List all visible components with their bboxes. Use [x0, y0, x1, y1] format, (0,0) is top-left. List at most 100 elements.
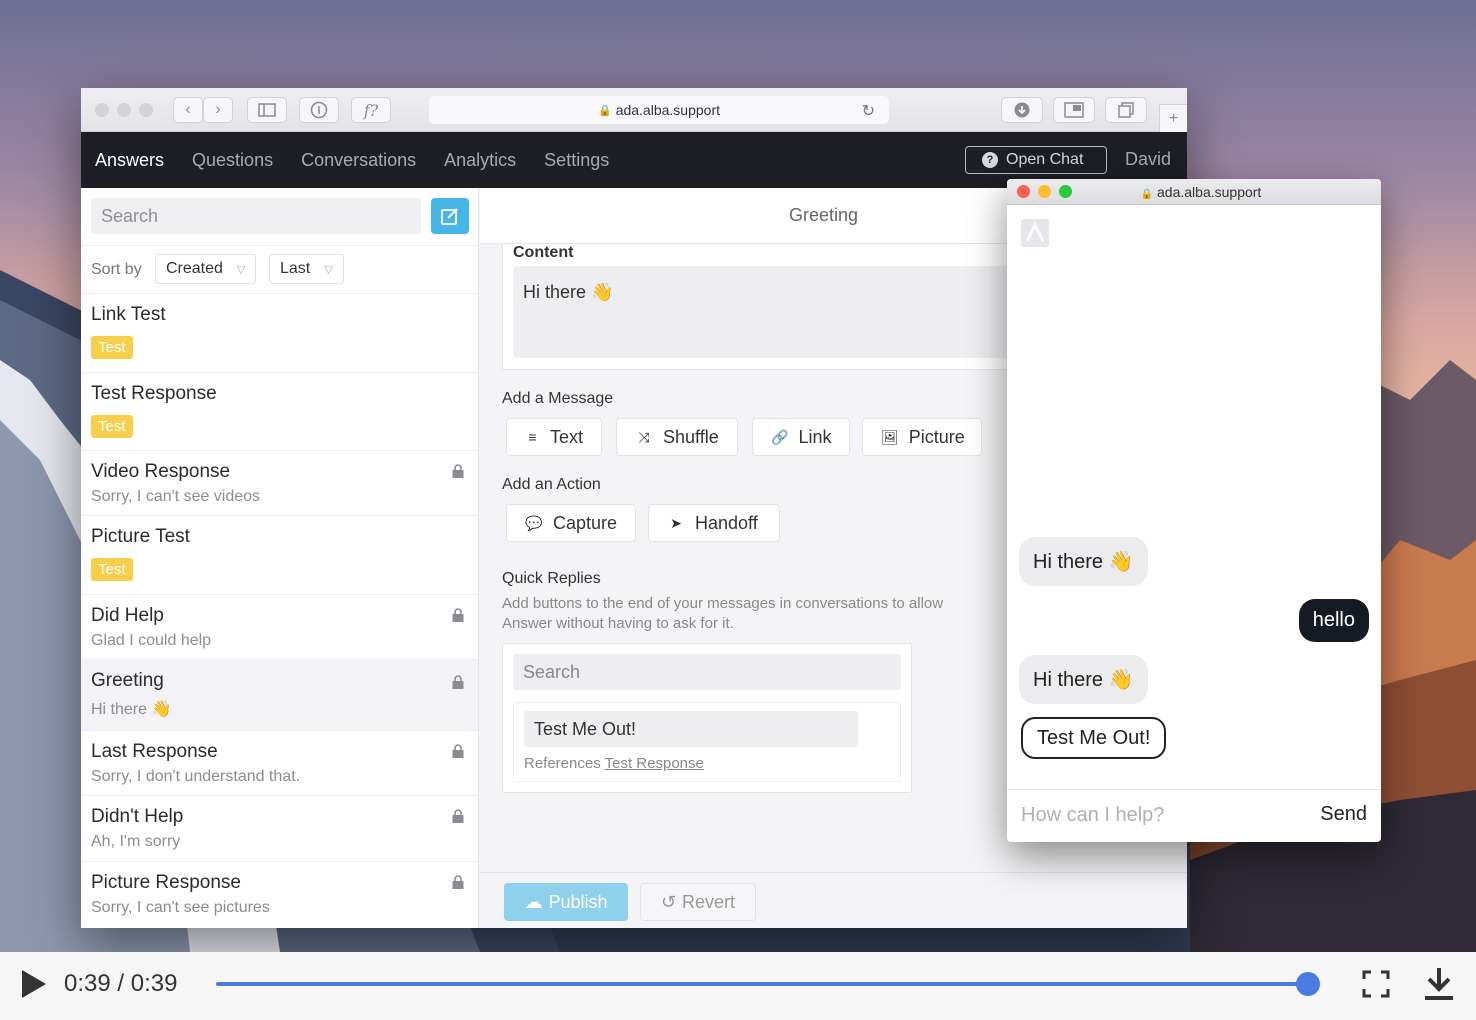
- add-action-label: Add an Action: [502, 476, 601, 493]
- list-item[interactable]: Test Response Test: [81, 373, 478, 451]
- speech-bubble-icon: 💬: [525, 514, 543, 531]
- plus-icon: +: [1168, 109, 1179, 127]
- user-menu[interactable]: David: [1125, 149, 1171, 170]
- downloads-button[interactable]: [1001, 97, 1043, 123]
- fullscreen-icon[interactable]: [1362, 970, 1390, 998]
- quick-reply-references: References Test Response: [524, 755, 704, 772]
- add-link-button[interactable]: 🔗 Link: [752, 418, 850, 456]
- list-item[interactable]: Picture Response Sorry, I can't see pict…: [81, 862, 478, 928]
- list-item-subtitle: Ah, I'm sorry: [91, 833, 181, 850]
- new-answer-button[interactable]: [431, 198, 469, 234]
- chat-input[interactable]: How can I help?: [1021, 804, 1164, 827]
- add-capture-button[interactable]: 💬 Capture: [506, 504, 636, 542]
- chat-address: 🔒 ada.alba.support: [1007, 184, 1381, 200]
- list-item-title: Didn't Help: [91, 806, 184, 827]
- address-bar[interactable]: 🔒 ada.alba.support ↻: [429, 96, 889, 124]
- list-item[interactable]: Didn't Help Ah, I'm sorry: [81, 796, 478, 862]
- picture-in-picture-button[interactable]: [1053, 97, 1095, 123]
- zoom-window-button[interactable]: [139, 103, 153, 117]
- list-item-title: Did Help: [91, 605, 164, 626]
- chevron-down-icon: ▽: [236, 263, 246, 276]
- button-label: Handoff: [695, 512, 758, 533]
- progress-track[interactable]: [216, 982, 1310, 986]
- list-item[interactable]: Video Response Sorry, I can't see videos: [81, 451, 478, 516]
- browser-titlebar: ‹ › f? 🔒 ada.alba.support ↻ +: [81, 88, 1187, 132]
- revert-label: Revert: [682, 891, 736, 912]
- nav-conversations[interactable]: Conversations: [301, 150, 416, 171]
- list-item[interactable]: Did Help Glad I could help: [81, 595, 478, 660]
- list-item-title: Picture Test: [91, 526, 190, 547]
- list-item-subtitle: Sorry, I don't understand that.: [91, 768, 301, 785]
- list-item-subtitle: Sorry, I can't see videos: [91, 488, 261, 505]
- quick-reply-button[interactable]: Test Me Out!: [1021, 717, 1167, 759]
- tabs-button[interactable]: [1105, 97, 1147, 123]
- add-shuffle-button[interactable]: ⤨ Shuffle: [616, 418, 738, 456]
- cloud-icon: ☁: [524, 891, 543, 912]
- references-link[interactable]: Test Response: [605, 755, 704, 772]
- list-item[interactable]: Picture Test Test: [81, 516, 478, 595]
- chevron-down-icon: ▽: [324, 263, 333, 276]
- references-label: References: [524, 755, 601, 772]
- minimize-window-button[interactable]: [117, 103, 131, 117]
- list-item[interactable]: Last Response Sorry, I don't understand …: [81, 731, 478, 796]
- new-tab-button[interactable]: +: [1159, 104, 1187, 132]
- add-handoff-button[interactable]: ➤ Handoff: [648, 504, 780, 542]
- chat-titlebar: 🔒 ada.alba.support: [1007, 179, 1381, 205]
- nav-questions[interactable]: Questions: [192, 150, 273, 171]
- progress-thumb[interactable]: [1296, 972, 1320, 996]
- status-badge: Test: [91, 558, 133, 581]
- edit-icon: [441, 208, 458, 225]
- list-item-title: Picture Response: [91, 872, 241, 893]
- list-item-selected[interactable]: Greeting Hi there 👋: [81, 660, 478, 731]
- tabs-overview-icon: [1118, 102, 1134, 118]
- list-item-title: Greeting: [91, 670, 164, 691]
- chevron-left-icon: ‹: [185, 101, 191, 118]
- send-button[interactable]: Send: [1320, 803, 1367, 826]
- quick-reply-button[interactable]: Test Me Out!: [524, 711, 858, 747]
- bot-message: Hi there 👋: [1019, 655, 1148, 704]
- open-chat-button[interactable]: ? Open Chat: [965, 146, 1107, 174]
- nav-answers[interactable]: Answers: [95, 150, 164, 171]
- sidebar-toggle-button[interactable]: [247, 97, 287, 123]
- sort-label: Sort by: [91, 261, 142, 278]
- lock-icon: 🔒: [1140, 189, 1154, 200]
- forward-button[interactable]: ›: [203, 97, 233, 123]
- sort-order-value: Last: [280, 260, 311, 277]
- button-label: Text: [549, 426, 583, 447]
- shuffle-icon: ⤨: [638, 428, 650, 445]
- sort-order-select[interactable]: Last ▽: [269, 254, 344, 284]
- chat-address-text: ada.alba.support: [1157, 184, 1262, 200]
- download-icon[interactable]: [1424, 966, 1454, 1002]
- list-item-subtitle: Glad I could help: [91, 632, 212, 649]
- function-button[interactable]: f?: [351, 97, 391, 123]
- list-item[interactable]: Link Test Test: [81, 294, 478, 373]
- content-textarea[interactable]: Hi there 👋: [513, 266, 1023, 358]
- nav-analytics[interactable]: Analytics: [444, 150, 516, 171]
- add-picture-button[interactable]: 🖼 Picture: [862, 418, 982, 456]
- close-window-button[interactable]: [95, 103, 109, 117]
- pip-icon: [1064, 102, 1084, 118]
- publish-button[interactable]: ☁ Publish: [504, 883, 628, 921]
- list-item-title: Test Response: [91, 383, 217, 404]
- revert-button[interactable]: ↺ Revert: [640, 883, 756, 921]
- time-display: 0:39 / 0:39: [64, 970, 178, 997]
- chat-question-icon: ?: [982, 152, 998, 168]
- text-lines-icon: ≡: [528, 429, 537, 445]
- status-badge: Test: [91, 415, 133, 438]
- play-icon[interactable]: [22, 970, 46, 998]
- nav-settings[interactable]: Settings: [544, 150, 609, 171]
- chat-input-row: How can I help? Send: [1007, 789, 1381, 842]
- add-text-button[interactable]: ≡ Text: [506, 418, 602, 456]
- list-item-title: Link Test: [91, 304, 166, 325]
- sort-field-value: Created: [166, 260, 223, 277]
- lock-icon: 🔒: [597, 104, 612, 117]
- reload-icon[interactable]: ↻: [862, 101, 875, 121]
- back-button[interactable]: ‹: [173, 97, 203, 123]
- quick-replies-card: Search Test Me Out! References Test Resp…: [502, 643, 912, 793]
- bot-message: Hi there 👋: [1019, 537, 1148, 586]
- button-label: Link: [798, 426, 832, 447]
- quick-replies-search-input[interactable]: Search: [513, 654, 901, 690]
- sort-field-select[interactable]: Created ▽: [155, 254, 257, 284]
- password-button[interactable]: [299, 97, 339, 123]
- answers-search-input[interactable]: Search: [91, 198, 421, 234]
